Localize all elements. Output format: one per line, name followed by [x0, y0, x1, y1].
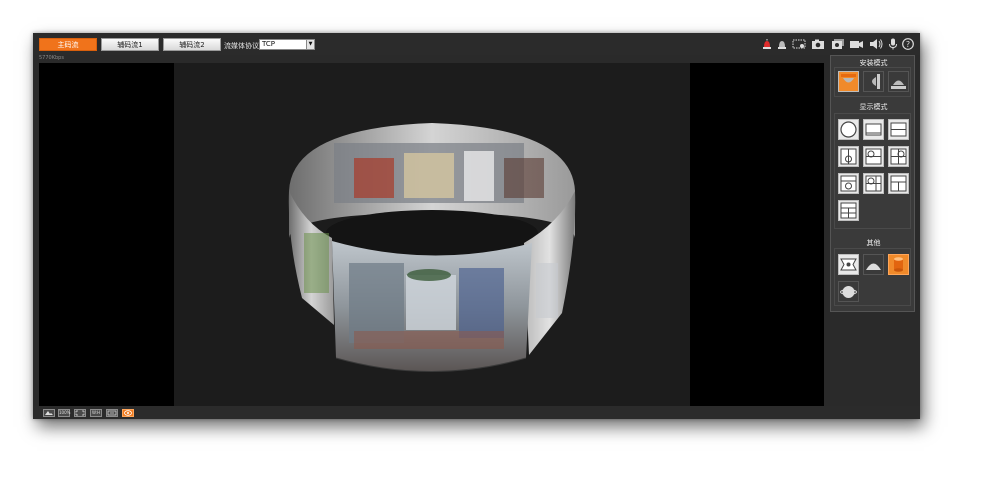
panorama-180-icon[interactable]: [863, 119, 884, 140]
fisheye-plus-6-icon[interactable]: [863, 173, 884, 194]
fisheye-plus-1-icon[interactable]: [838, 146, 859, 167]
fisheye-icon[interactable]: [122, 409, 134, 417]
protocol-select[interactable]: TCP ▼: [259, 39, 315, 50]
display-mode-title: 显示模式: [859, 103, 888, 111]
snapshot-icon[interactable]: [811, 38, 825, 50]
alarm-out-icon[interactable]: [776, 38, 788, 50]
fisheye-plus-2-icon[interactable]: [863, 146, 884, 167]
alarm-icon[interactable]: [761, 38, 773, 50]
record-icon[interactable]: [849, 38, 864, 50]
video-preview-window: 主码流 辅码流1 辅码流2 流媒体协议 TCP ▼ ? 5770Kbps 安装模…: [33, 33, 920, 419]
region-icon[interactable]: [792, 38, 806, 50]
fisheye-cylinder-view[interactable]: [174, 63, 690, 406]
help-icon[interactable]: ?: [902, 38, 914, 50]
other-title: 其他: [866, 239, 881, 247]
smooth-icon[interactable]: [106, 409, 118, 417]
panorama-plus-8-icon[interactable]: [838, 200, 859, 221]
bitrate-readout: 5770Kbps: [39, 55, 64, 61]
tab-main-stream[interactable]: 主码流: [39, 38, 97, 51]
fisheye-plus-4-icon[interactable]: [838, 173, 859, 194]
other-group: [834, 248, 911, 306]
tab-sub-stream-2[interactable]: 辅码流2: [163, 38, 221, 51]
fisheye-original-icon[interactable]: [838, 119, 859, 140]
protocol-value: TCP: [262, 40, 275, 48]
display-mode-group: [834, 113, 911, 229]
svg-text:?: ?: [906, 40, 910, 49]
bottom-toolbar: 100% W:H: [33, 406, 920, 419]
protocol-label: 流媒体协议: [224, 42, 259, 50]
chevron-down-icon: ▼: [306, 40, 314, 49]
ground-mount-icon[interactable]: [888, 71, 909, 92]
panorama-plus-4-icon[interactable]: [888, 173, 909, 194]
triple-snapshot-icon[interactable]: [831, 38, 845, 50]
audio-icon[interactable]: [869, 38, 883, 50]
aspect-ratio-icon[interactable]: W:H: [90, 409, 102, 417]
hemisphere-view-icon[interactable]: [863, 254, 884, 275]
talk-icon[interactable]: [888, 38, 898, 50]
panorama-360-icon[interactable]: [888, 119, 909, 140]
cylinder-view-icon[interactable]: [888, 254, 909, 275]
original-size-icon[interactable]: 100%: [58, 409, 70, 417]
tab-sub-stream-1[interactable]: 辅码流1: [101, 38, 159, 51]
install-mode-group: [834, 67, 911, 97]
sphere-view-icon[interactable]: [838, 281, 859, 302]
fullscreen-icon[interactable]: [74, 409, 86, 417]
ceiling-mount-icon[interactable]: [838, 71, 859, 92]
video-viewport[interactable]: [39, 63, 824, 406]
fisheye-plus-3-icon[interactable]: [888, 146, 909, 167]
wall-mount-icon[interactable]: [863, 71, 884, 92]
flat-view-icon[interactable]: [838, 254, 859, 275]
image-adjust-icon[interactable]: [43, 409, 55, 417]
top-toolbar: 主码流 辅码流1 辅码流2 流媒体协议 TCP ▼ ?: [33, 33, 920, 55]
fisheye-side-panel: 安装模式 显示模式 其他: [830, 55, 915, 312]
cylinder-panorama-image: [288, 123, 576, 372]
